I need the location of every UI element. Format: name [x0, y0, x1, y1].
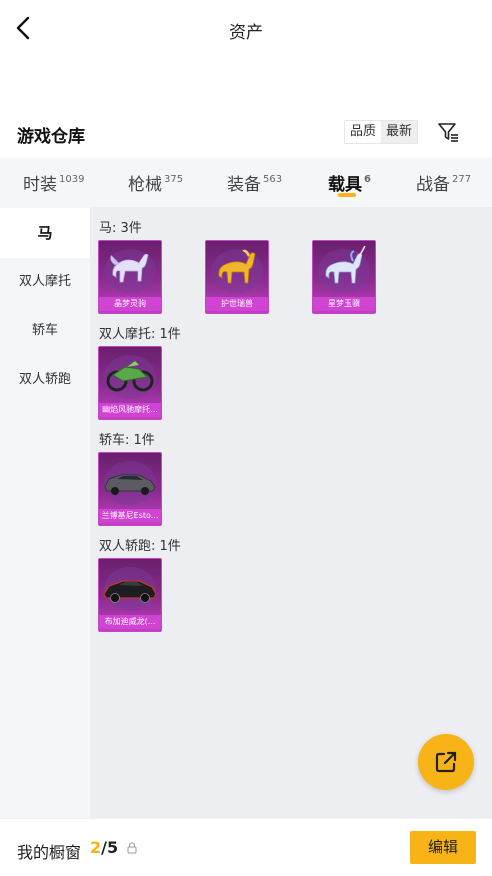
crystal-horse-icon: [104, 249, 156, 293]
tab-label: 装备: [227, 175, 261, 195]
showcase-label: 我的橱窗: [17, 843, 82, 862]
sort-toggle: 品质 最新: [344, 120, 419, 144]
item-card[interactable]: 幽焰风驰摩托...: [98, 346, 162, 420]
sidebar-item-double-coupe[interactable]: 双人轿跑: [0, 355, 90, 405]
share-icon: [435, 751, 457, 773]
item-card[interactable]: 护世瑞兽: [205, 240, 269, 314]
tab-count: 375: [164, 174, 184, 185]
item-name: 布加迪威龙(...: [99, 615, 161, 629]
item-card[interactable]: 兰博基尼Esto...: [98, 452, 162, 526]
item-name: 护世瑞兽: [206, 297, 268, 311]
top-bar: 资产: [0, 0, 492, 58]
group-label-sedan: 轿车: 1件: [99, 433, 155, 448]
item-name: 幽焰风驰摩托...: [99, 403, 161, 417]
tab-count: 277: [452, 174, 472, 185]
lock-icon: [127, 842, 137, 854]
tab-label: 战备: [416, 175, 450, 195]
tab-fashion[interactable]: 时装 1039: [23, 170, 84, 195]
category-tabs: 时装 1039 枪械 375 装备 563 载具 6 战备 277: [0, 158, 492, 207]
filter-icon[interactable]: [436, 120, 460, 144]
tab-label: 时装: [23, 175, 57, 195]
edit-button[interactable]: 编辑: [410, 831, 476, 864]
warehouse-title: 游戏仓库: [17, 127, 85, 147]
tab-equipment[interactable]: 装备 563: [227, 170, 282, 195]
sedan-icon: [104, 461, 156, 505]
tab-label: 载具: [328, 175, 362, 195]
showcase-current: 2: [90, 838, 102, 857]
star-unicorn-icon: [318, 245, 370, 293]
supercar-icon: [103, 567, 157, 611]
group-label-double-motorcycle: 双人摩托: 1件: [99, 327, 181, 342]
tab-vehicles[interactable]: 载具 6: [328, 170, 371, 195]
item-card[interactable]: 晶梦灵驹: [98, 240, 162, 314]
tab-label: 枪械: [128, 175, 162, 195]
sort-latest-button[interactable]: 最新: [381, 121, 418, 143]
share-button[interactable]: [418, 734, 474, 790]
tab-count: 6: [364, 174, 371, 185]
item-name: 兰博基尼Esto...: [99, 509, 161, 523]
golden-qilin-icon: [211, 249, 263, 293]
motorcycle-icon: [104, 355, 156, 399]
item-card[interactable]: 星梦玉骥: [312, 240, 376, 314]
showcase-total: /5: [101, 838, 119, 857]
item-name: 星梦玉骥: [313, 297, 375, 311]
vehicle-content: 马: 3件 晶梦灵驹 护世瑞兽 星梦玉骥 双人摩托: 1件 幽焰风驰摩托... …: [90, 207, 492, 818]
sidebar-item-horse[interactable]: 马: [0, 208, 90, 258]
sidebar-item-double-motorcycle[interactable]: 双人摩托: [0, 257, 90, 307]
page-title: 资产: [229, 23, 263, 43]
showcase-count: 2/5: [90, 838, 118, 857]
tab-supplies[interactable]: 战备 277: [416, 170, 471, 195]
assets-page: 资产 游戏仓库 品质 最新 时装 1039 枪械 375 装备 563 载具 6 战备 2…: [0, 0, 492, 876]
sidebar-item-sedan[interactable]: 轿车: [0, 306, 90, 356]
group-label-horse: 马: 3件: [99, 221, 142, 236]
sort-quality-button[interactable]: 品质: [345, 121, 382, 143]
vehicle-type-sidebar: 马 双人摩托 轿车 双人轿跑: [0, 207, 90, 818]
tab-count: 1039: [59, 174, 85, 185]
group-label-double-coupe: 双人轿跑: 1件: [99, 539, 181, 554]
item-card[interactable]: 布加迪威龙(...: [98, 558, 162, 632]
bottom-bar: 我的橱窗 2/5 编辑: [0, 818, 492, 876]
item-name: 晶梦灵驹: [99, 297, 161, 311]
tab-count: 563: [263, 174, 283, 185]
tab-guns[interactable]: 枪械 375: [128, 170, 183, 195]
active-tab-indicator: [338, 193, 356, 197]
